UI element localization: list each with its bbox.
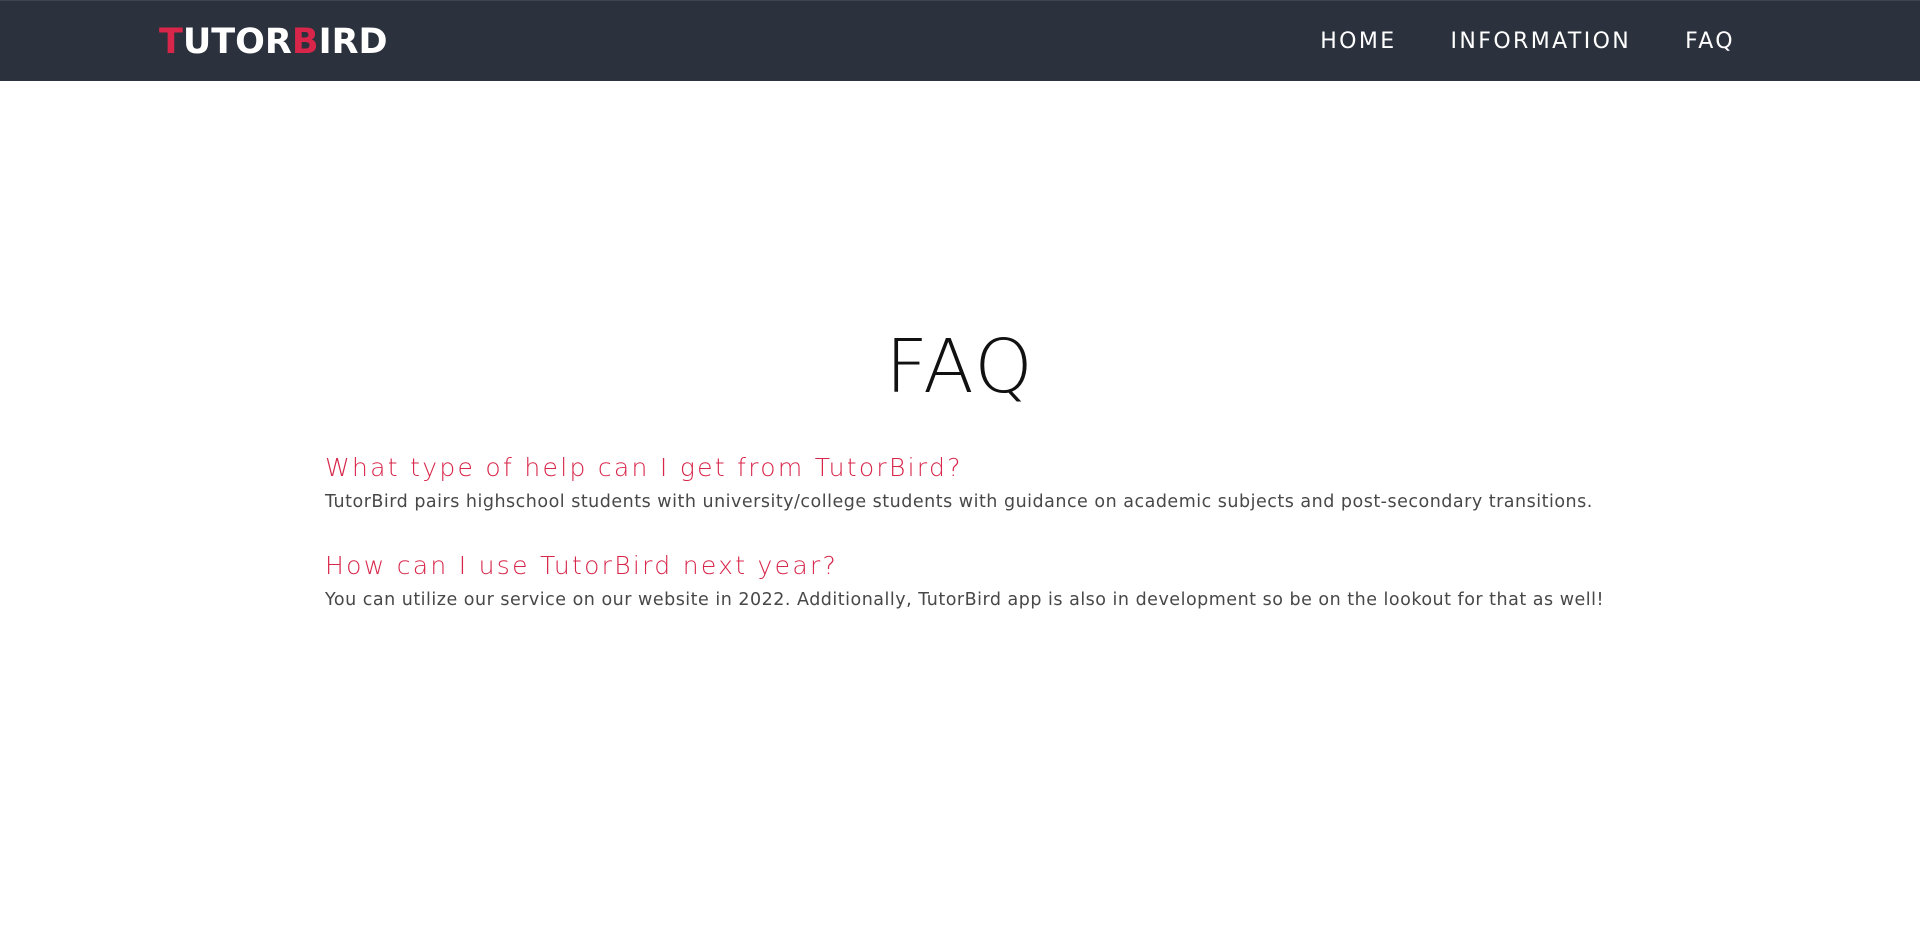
- faq-item: What type of help can I get from TutorBi…: [325, 450, 1725, 514]
- faq-answer: TutorBird pairs highschool students with…: [325, 492, 1593, 512]
- top-navbar: TUTORBIRD HOME INFORMATION FAQ: [0, 0, 1920, 81]
- main-nav: HOME INFORMATION FAQ: [1320, 26, 1735, 58]
- nav-link-faq[interactable]: FAQ: [1685, 26, 1735, 58]
- nav-link-information[interactable]: INFORMATION: [1451, 26, 1632, 58]
- faq-question: How can I use TutorBird next year?: [325, 551, 839, 580]
- logo-text-ird: IRD: [318, 22, 388, 62]
- faq-list: What type of help can I get from TutorBi…: [325, 450, 1725, 612]
- page-title: FAQ: [885, 324, 1035, 410]
- logo-text-utor: UTOR: [182, 22, 292, 62]
- tutorbird-logo[interactable]: TUTORBIRD: [159, 21, 388, 63]
- logo-letter-b: B: [291, 22, 319, 62]
- faq-item: How can I use TutorBird next year? You c…: [325, 548, 1725, 612]
- nav-link-home[interactable]: HOME: [1320, 26, 1396, 58]
- faq-answer: You can utilize our service on our websi…: [325, 590, 1605, 610]
- logo-letter-t: T: [159, 22, 183, 62]
- faq-question: What type of help can I get from TutorBi…: [325, 453, 963, 482]
